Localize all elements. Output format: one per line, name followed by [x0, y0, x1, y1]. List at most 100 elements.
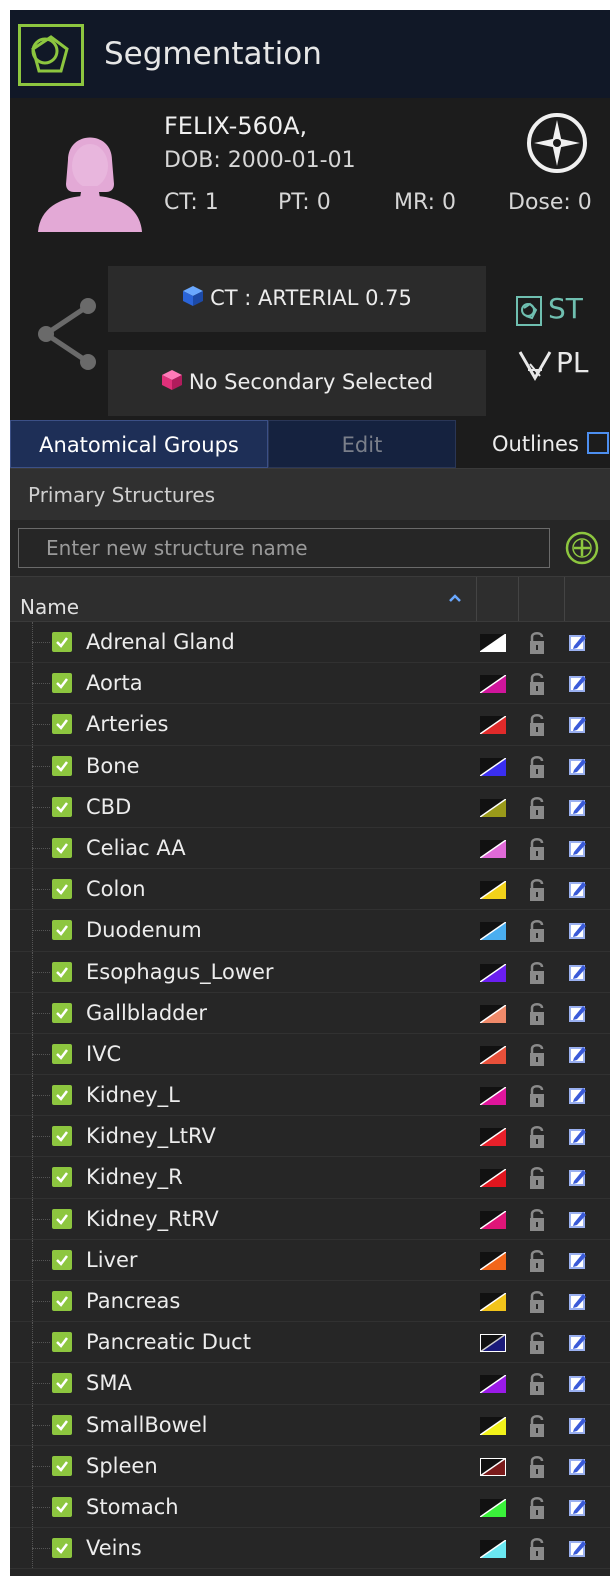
color-swatch-icon[interactable] — [480, 963, 506, 982]
edit-structure-icon[interactable] — [568, 962, 588, 982]
visibility-checkbox[interactable] — [52, 714, 72, 735]
lock-icon[interactable] — [528, 672, 546, 696]
color-swatch-icon[interactable] — [480, 716, 506, 735]
visibility-checkbox[interactable] — [52, 1455, 72, 1476]
edit-structure-icon[interactable] — [568, 1373, 588, 1393]
color-swatch-icon[interactable] — [480, 1540, 506, 1559]
color-swatch-icon[interactable] — [480, 1293, 506, 1311]
visibility-checkbox[interactable] — [52, 837, 72, 858]
lock-icon[interactable] — [528, 1043, 546, 1067]
color-swatch-icon[interactable] — [480, 881, 506, 900]
visibility-checkbox[interactable] — [52, 1249, 72, 1270]
lock-icon[interactable] — [528, 1372, 546, 1396]
visibility-checkbox[interactable] — [52, 920, 72, 941]
lock-icon[interactable] — [528, 1537, 546, 1561]
edit-structure-icon[interactable] — [568, 1085, 588, 1105]
structure-row[interactable]: IVC — [10, 1033, 610, 1076]
lock-icon[interactable] — [528, 1331, 546, 1355]
structure-row[interactable]: Arteries — [10, 704, 610, 746]
primary-structures-header[interactable]: Primary Structures — [10, 468, 610, 521]
visibility-checkbox[interactable] — [52, 1043, 72, 1064]
edit-structure-icon[interactable] — [568, 1167, 588, 1187]
color-swatch-icon[interactable] — [480, 1169, 506, 1188]
visibility-checkbox[interactable] — [52, 961, 72, 982]
lock-icon[interactable] — [528, 631, 546, 655]
structure-row[interactable]: Duodenum — [10, 910, 610, 952]
share-icon[interactable] — [32, 294, 102, 374]
color-swatch-icon[interactable] — [480, 1004, 506, 1023]
color-swatch-icon[interactable] — [480, 1498, 506, 1517]
edit-structure-icon[interactable] — [568, 1126, 588, 1146]
color-swatch-icon[interactable] — [480, 1251, 506, 1270]
color-swatch-icon[interactable] — [480, 839, 506, 858]
structure-row[interactable]: SmallBowel — [10, 1404, 610, 1446]
edit-structure-icon[interactable] — [568, 756, 588, 776]
structure-row[interactable]: Pancreatic Duct — [10, 1322, 610, 1364]
structure-row[interactable]: Adrenal Gland — [10, 622, 610, 664]
structure-row[interactable]: Kidney_RtRV — [10, 1198, 610, 1240]
structure-row[interactable]: SMA — [10, 1363, 610, 1405]
lock-icon[interactable] — [528, 1455, 546, 1479]
column-name-header[interactable]: Name — [20, 595, 79, 619]
color-swatch-icon[interactable] — [480, 757, 506, 776]
structure-row[interactable]: CBD — [10, 786, 610, 828]
edit-structure-icon[interactable] — [568, 1497, 588, 1517]
visibility-checkbox[interactable] — [52, 1332, 72, 1353]
structure-row[interactable]: Veins — [10, 1528, 610, 1570]
lock-icon[interactable] — [528, 1290, 546, 1314]
edit-structure-icon[interactable] — [568, 920, 588, 940]
lock-icon[interactable] — [528, 1249, 546, 1273]
edit-structure-icon[interactable] — [568, 1456, 588, 1476]
edit-structure-icon[interactable] — [568, 838, 588, 858]
compass-icon[interactable] — [524, 110, 590, 176]
visibility-checkbox[interactable] — [52, 1002, 72, 1023]
edit-structure-icon[interactable] — [568, 1415, 588, 1435]
visibility-checkbox[interactable] — [52, 1538, 72, 1559]
edit-structure-icon[interactable] — [568, 879, 588, 899]
color-swatch-icon[interactable] — [480, 1045, 506, 1064]
structure-row[interactable]: Esophagus_Lower — [10, 951, 610, 993]
visibility-checkbox[interactable] — [52, 879, 72, 900]
color-swatch-icon[interactable] — [480, 798, 506, 817]
color-swatch-icon[interactable] — [480, 1128, 506, 1147]
pl-button[interactable]: PL — [516, 346, 596, 386]
lock-icon[interactable] — [528, 961, 546, 985]
visibility-checkbox[interactable] — [52, 1085, 72, 1106]
edit-structure-icon[interactable] — [568, 1003, 588, 1023]
edit-structure-icon[interactable] — [568, 673, 588, 693]
structure-row[interactable]: Colon — [10, 869, 610, 911]
color-swatch-icon[interactable] — [480, 675, 506, 694]
visibility-checkbox[interactable] — [52, 1167, 72, 1188]
color-swatch-icon[interactable] — [480, 1210, 506, 1229]
tab-edit[interactable]: Edit — [268, 420, 456, 468]
lock-icon[interactable] — [528, 713, 546, 737]
visibility-checkbox[interactable] — [52, 1373, 72, 1394]
secondary-series-button[interactable]: No Secondary Selected — [108, 350, 486, 416]
st-button[interactable]: ST — [516, 292, 596, 332]
edit-structure-icon[interactable] — [568, 714, 588, 734]
visibility-checkbox[interactable] — [52, 632, 72, 652]
lock-icon[interactable] — [528, 1166, 546, 1190]
sort-ascending-icon[interactable] — [448, 593, 462, 603]
edit-structure-icon[interactable] — [568, 632, 588, 652]
lock-icon[interactable] — [528, 878, 546, 902]
lock-icon[interactable] — [528, 1496, 546, 1520]
structure-row[interactable]: Pancreas — [10, 1281, 610, 1323]
structure-row[interactable]: Kidney_R — [10, 1157, 610, 1199]
color-swatch-icon[interactable] — [480, 1457, 506, 1476]
structure-row[interactable]: Bone — [10, 745, 610, 787]
structure-row[interactable]: Kidney_LtRV — [10, 1116, 610, 1158]
structure-row[interactable]: Liver — [10, 1239, 610, 1281]
visibility-checkbox[interactable] — [52, 1414, 72, 1435]
visibility-checkbox[interactable] — [52, 673, 72, 694]
edit-structure-icon[interactable] — [568, 1209, 588, 1229]
lock-icon[interactable] — [528, 755, 546, 779]
edit-structure-icon[interactable] — [568, 1291, 588, 1311]
edit-structure-icon[interactable] — [568, 1538, 588, 1558]
lock-icon[interactable] — [528, 796, 546, 820]
structure-row[interactable]: Gallbladder — [10, 992, 610, 1034]
lock-icon[interactable] — [528, 919, 546, 943]
structure-row[interactable]: Aorta — [10, 663, 610, 705]
outlines-toggle[interactable]: Outlines — [492, 420, 609, 468]
color-swatch-icon[interactable] — [480, 1416, 506, 1435]
